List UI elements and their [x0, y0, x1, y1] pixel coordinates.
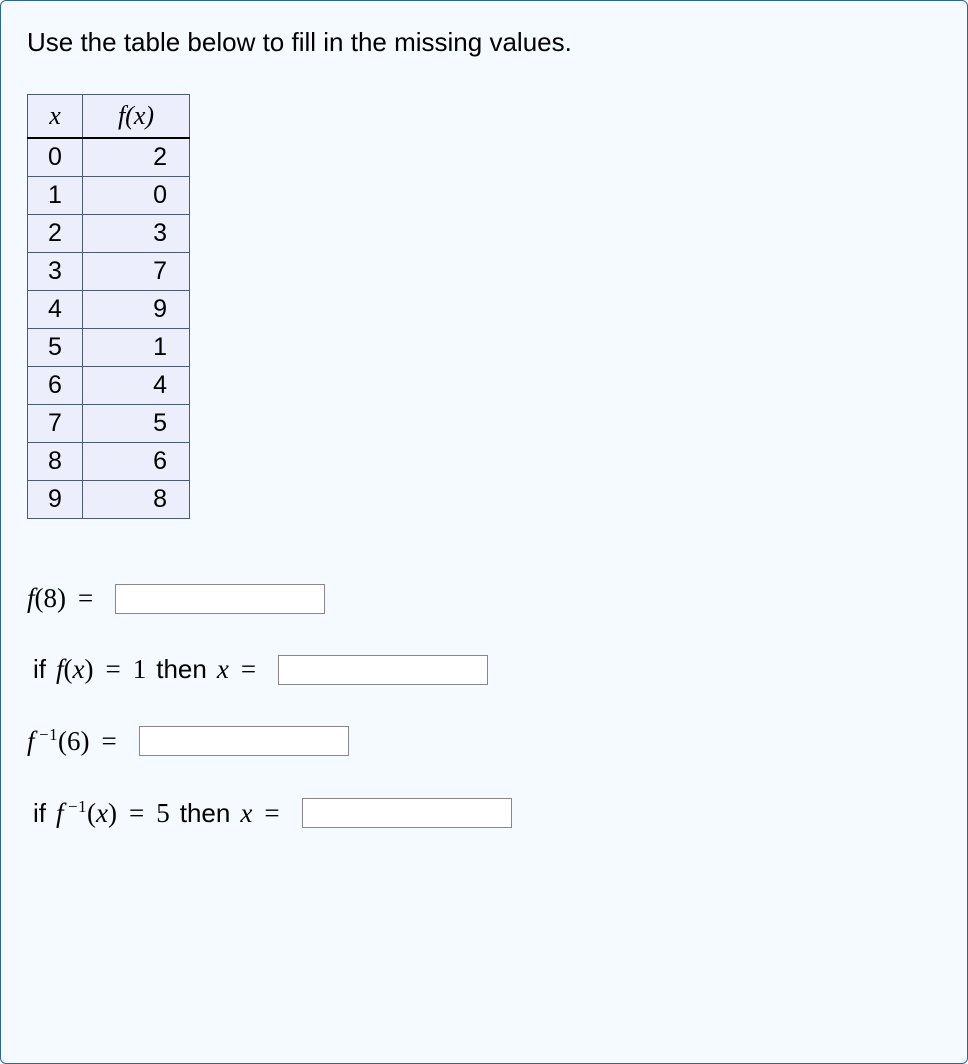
equals-sign: = [256, 798, 287, 829]
table-row: 64 [28, 367, 190, 405]
table-row: 75 [28, 405, 190, 443]
table-row: 02 [28, 138, 190, 177]
if-text: if [27, 654, 52, 685]
q2-expression: f(x) [56, 654, 94, 685]
question-2: if f(x) = 1 then x = [27, 654, 941, 685]
q2-var2: x [217, 654, 229, 685]
question-1: f(8) = [27, 583, 941, 614]
table-header-row: x f(x) [28, 95, 190, 139]
q4-value: 5 [156, 798, 170, 829]
q4-var2: x [240, 798, 252, 829]
equals-sign: = [233, 654, 264, 685]
table-row: 10 [28, 177, 190, 215]
q1-expression: f(8) [27, 583, 66, 614]
question-3: f −1(6) = [27, 725, 941, 757]
answer-input-2[interactable] [278, 655, 488, 685]
equals-sign: = [121, 798, 152, 829]
if-text: if [27, 798, 52, 829]
question-4: if f −1(x) = 5 then x = [27, 797, 941, 829]
header-fx: f(x) [83, 95, 190, 139]
table-row: 23 [28, 215, 190, 253]
table-body: 02 10 23 37 49 51 64 75 86 98 [28, 138, 190, 519]
table-row: 51 [28, 329, 190, 367]
answer-input-1[interactable] [115, 584, 325, 614]
function-table: x f(x) 02 10 23 37 49 51 64 75 86 98 [27, 94, 190, 519]
answer-input-4[interactable] [302, 798, 512, 828]
q2-value: 1 [133, 654, 147, 685]
table-row: 86 [28, 443, 190, 481]
equals-sign: = [94, 726, 125, 757]
table-row: 49 [28, 291, 190, 329]
table-row: 98 [28, 481, 190, 519]
q3-expression: f −1(6) [27, 725, 90, 757]
table-row: 37 [28, 253, 190, 291]
then-text: then [150, 654, 213, 685]
answer-input-3[interactable] [139, 726, 349, 756]
equals-sign: = [70, 583, 101, 614]
prompt-text: Use the table below to fill in the missi… [27, 25, 941, 60]
then-text: then [174, 798, 237, 829]
header-x: x [28, 95, 83, 139]
q4-expression: f −1(x) [56, 797, 117, 829]
question-panel: Use the table below to fill in the missi… [0, 0, 968, 1064]
equals-sign: = [98, 654, 129, 685]
